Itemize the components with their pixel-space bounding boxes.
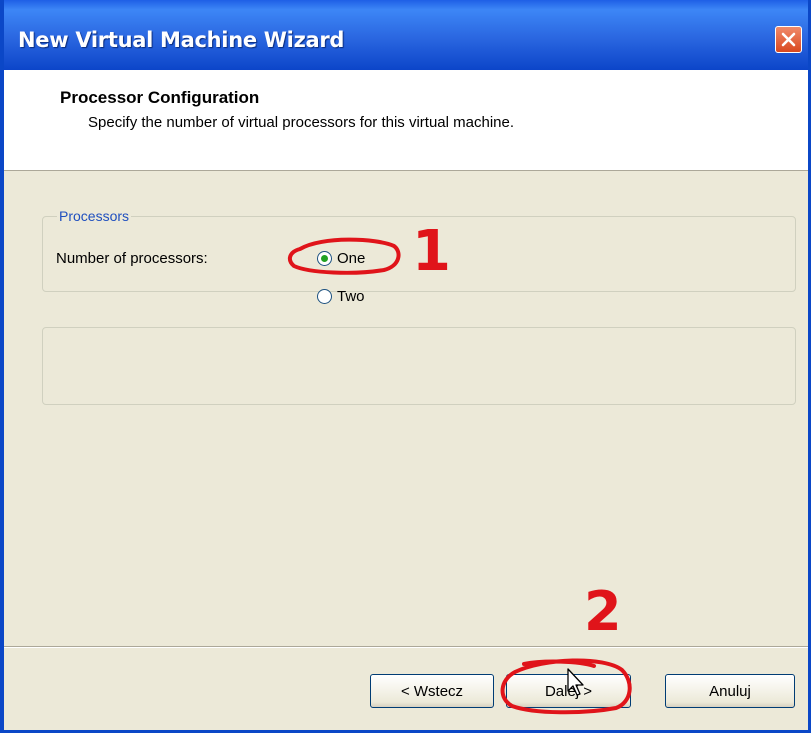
cancel-button[interactable]: Anuluj	[665, 674, 795, 708]
processors-group-legend: Processors	[57, 208, 132, 224]
radio-label-two[interactable]: Two	[337, 288, 365, 305]
radio-button-two[interactable]	[317, 288, 332, 304]
wizard-window: New Virtual Machine Wizard Processor Con…	[0, 0, 811, 733]
mouse-pointer-icon	[567, 668, 584, 696]
radio-selected-dot	[321, 254, 328, 262]
close-icon	[781, 32, 796, 47]
title-bar[interactable]: New Virtual Machine Wizard	[4, 0, 808, 70]
window-title: New Virtual Machine Wizard	[18, 28, 345, 52]
page-subtitle: Specify the number of virtual processors…	[88, 114, 515, 131]
radio-label-one[interactable]: One	[337, 250, 365, 267]
radio-option-one[interactable]: One	[317, 248, 365, 268]
close-button[interactable]	[775, 26, 802, 53]
annotation-step-two: 2	[584, 580, 622, 643]
wizard-header: Processor Configuration Specify the numb…	[4, 70, 808, 171]
back-button[interactable]: < Wstecz	[370, 674, 494, 708]
button-divider	[4, 646, 808, 648]
page-title: Processor Configuration	[60, 88, 260, 107]
empty-group-box	[42, 327, 796, 405]
radio-option-two[interactable]: Two	[317, 286, 365, 306]
radio-button-one[interactable]	[317, 250, 332, 266]
number-of-processors-label: Number of processors:	[56, 250, 208, 267]
